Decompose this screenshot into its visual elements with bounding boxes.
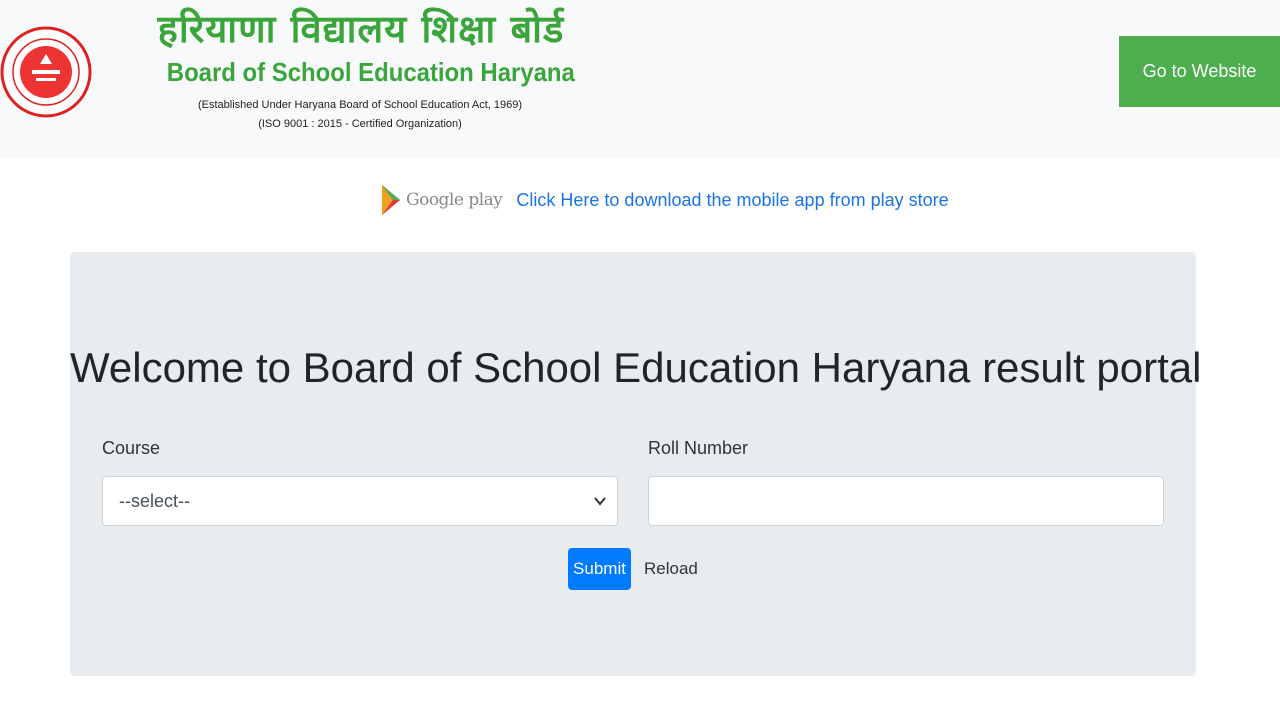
portal-welcome-heading: Welcome to Board of School Education Har…	[70, 344, 1202, 391]
course-label: Course	[102, 438, 161, 458]
playstore-download-link[interactable]: Click Here to download the mobile app fr…	[516, 190, 948, 211]
playstore-row: Google play Click Here to download the m…	[380, 180, 949, 220]
roll-number-input[interactable]	[648, 476, 1164, 526]
chevron-down-icon	[594, 497, 606, 506]
hindi-board-title: हरियाणा विद्यालय शिक्षा बोर्ड	[157, 7, 565, 51]
board-seal-logo-icon	[0, 26, 92, 118]
google-play-icon[interactable]	[380, 183, 402, 217]
course-select[interactable]: --select--	[102, 476, 618, 526]
reload-button[interactable]: Reload	[644, 559, 698, 579]
google-play-badge-text[interactable]: Google play	[406, 190, 503, 210]
course-select-value: --select--	[119, 490, 190, 511]
submit-button[interactable]: Submit	[568, 548, 631, 590]
site-header: हरियाणा विद्यालय शिक्षा बोर्ड Board of S…	[0, 0, 1280, 158]
english-board-title: Board of School Education Haryana	[166, 57, 575, 87]
roll-number-label: Roll Number	[648, 438, 749, 458]
result-portal-card: Welcome to Board of School Education Har…	[70, 252, 1202, 676]
go-to-website-button[interactable]: Go to Website	[1119, 36, 1280, 107]
established-note: (Established Under Haryana Board of Scho…	[197, 99, 523, 111]
iso-note: (ISO 9001 : 2015 - Certified Organizatio…	[258, 118, 462, 130]
